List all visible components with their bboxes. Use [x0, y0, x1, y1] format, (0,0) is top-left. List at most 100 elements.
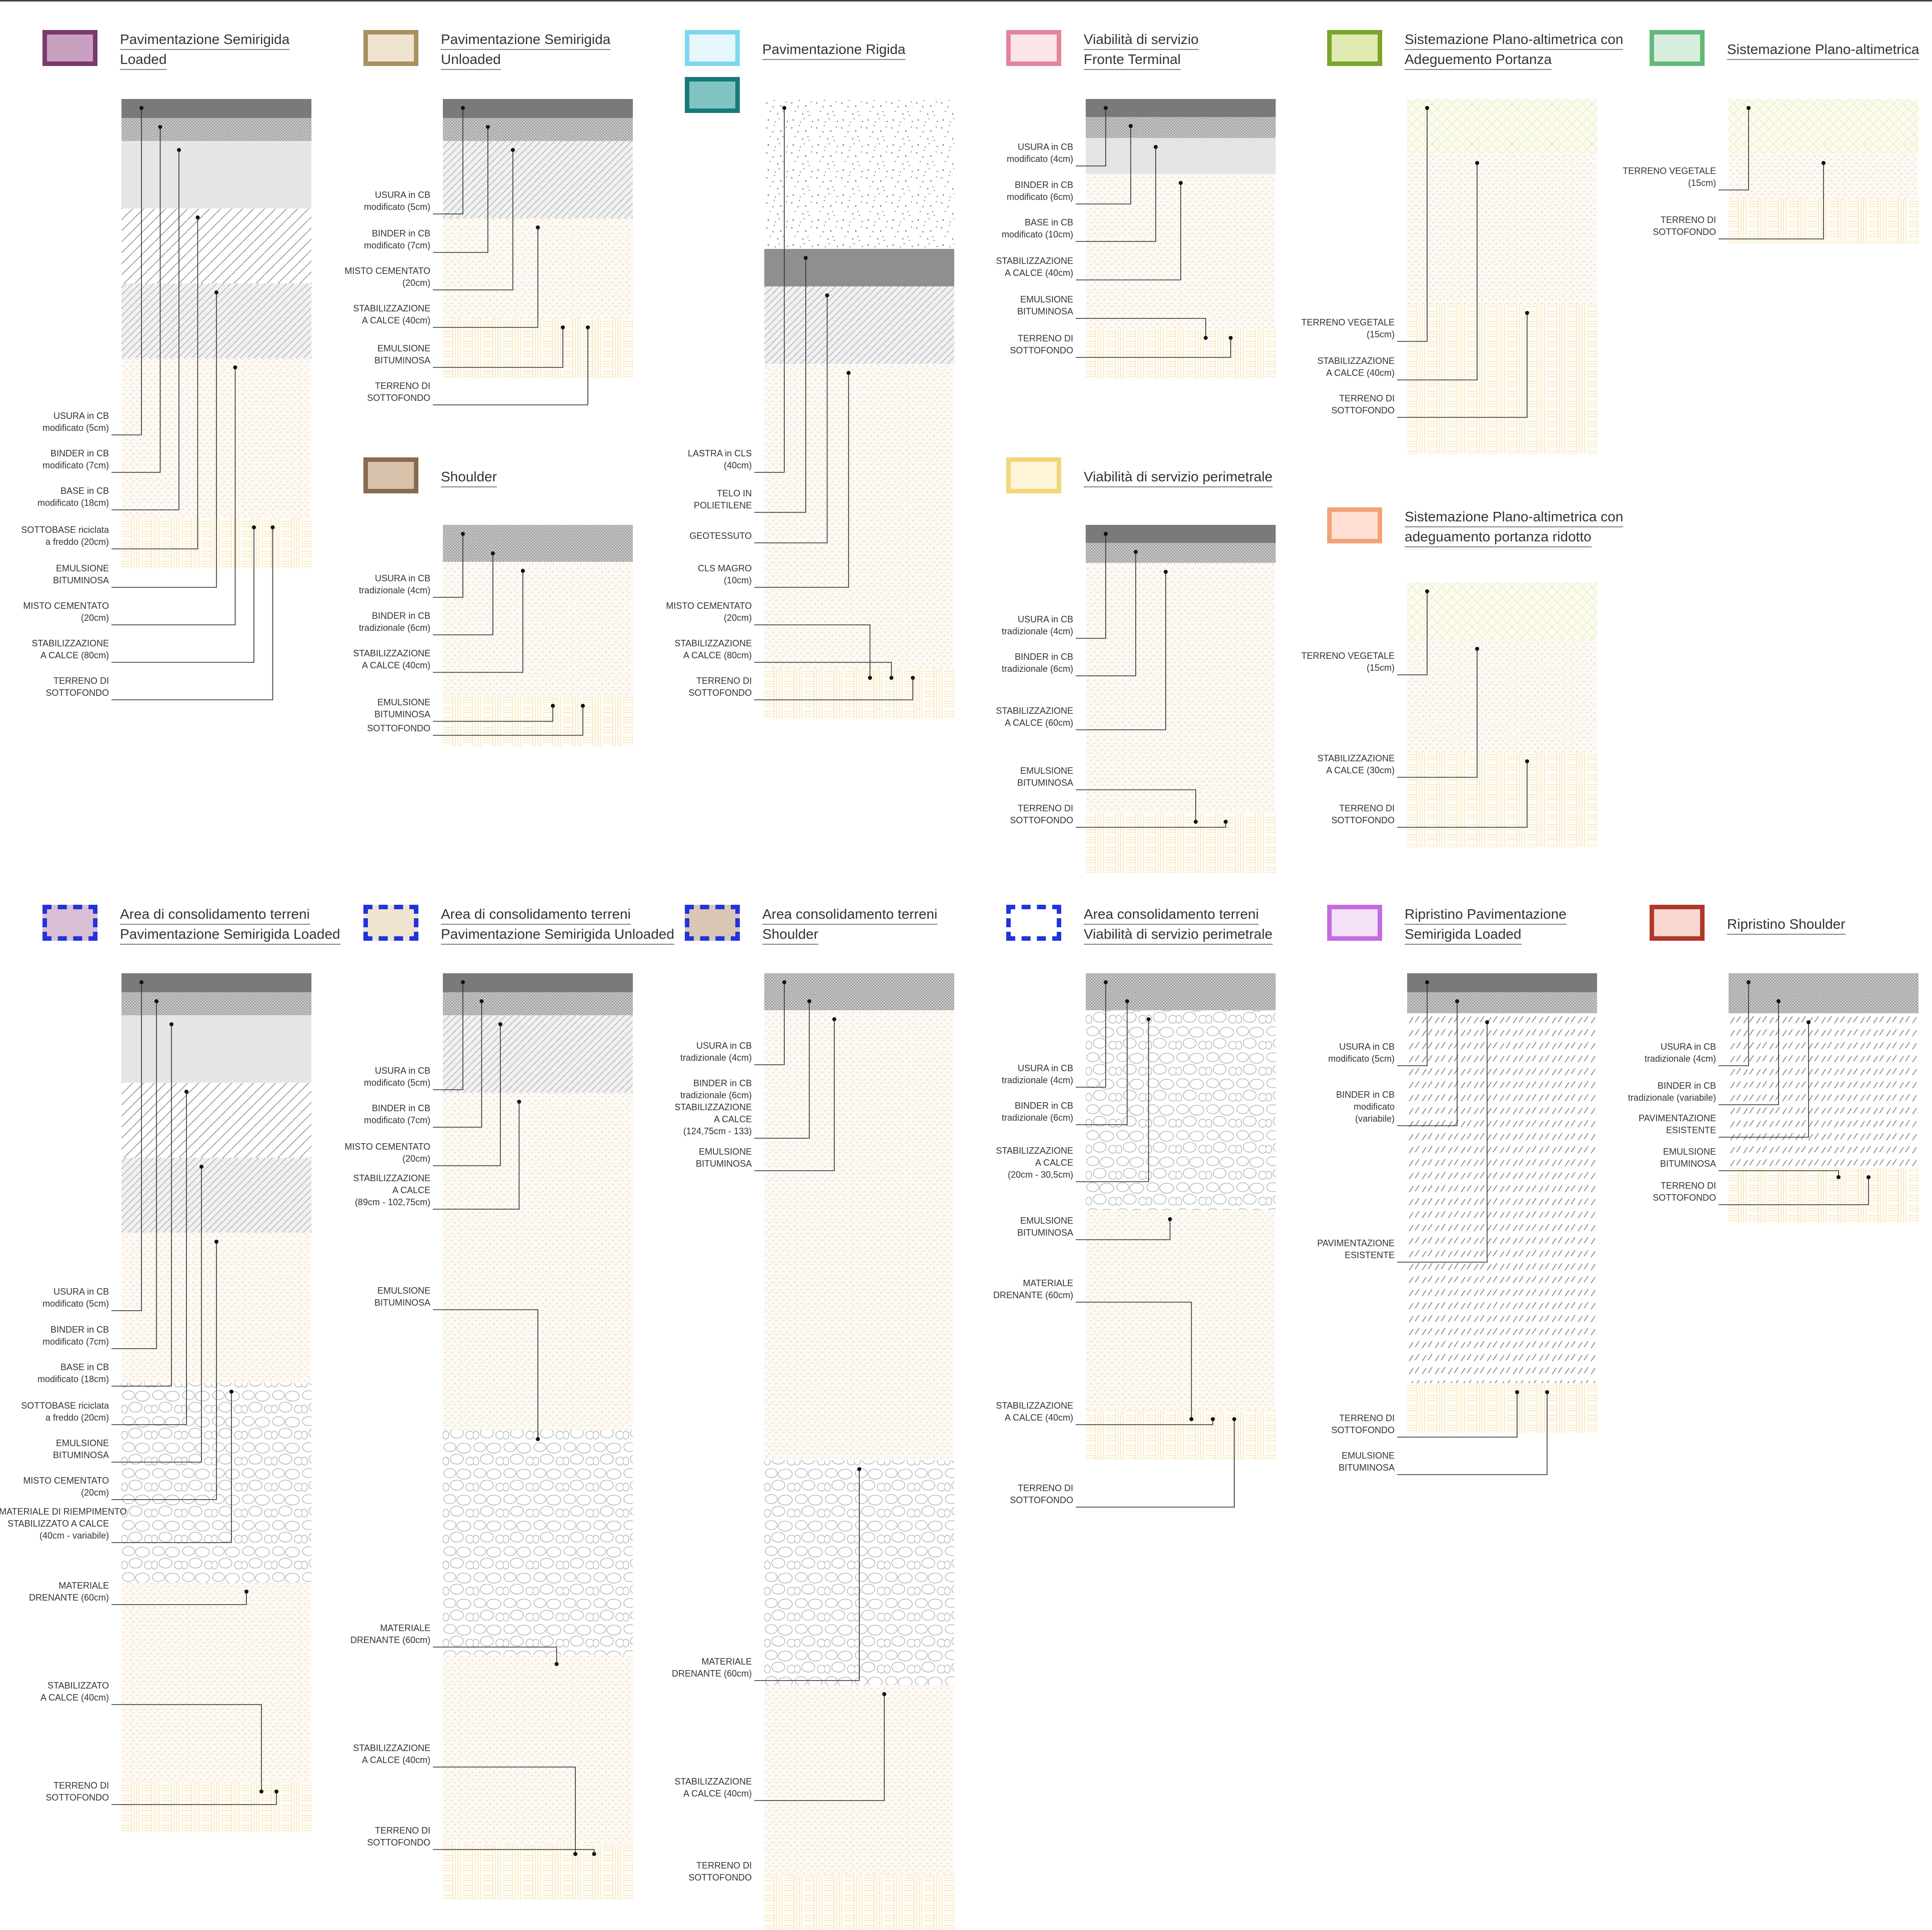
- layer-label-line: TERRENO VEGETALE: [1301, 651, 1395, 661]
- legend-swatch: [1327, 905, 1382, 941]
- layer-label-line: A CALCE (30cm): [1326, 765, 1395, 775]
- section-layer: [121, 99, 311, 118]
- layer-label-line: tradizionale (4cm): [1644, 1054, 1716, 1064]
- section-layer: [1086, 99, 1276, 117]
- layer-label: EMULSIONE BITUMINOSA: [0, 1437, 109, 1461]
- section-layer: [121, 1583, 311, 1783]
- layer-label-line: SOTTOFONDO: [1010, 1495, 1073, 1505]
- section-layer: [121, 1015, 311, 1083]
- layer-label-line: GEOTESSUTO: [689, 531, 752, 541]
- layer-label-line: EMULSIONE: [55, 1438, 109, 1448]
- layer-label-line: SOTTOFONDO: [367, 393, 430, 403]
- section-layer: [1086, 1010, 1276, 1210]
- layer-label: EMULSIONE BITUMINOSA: [1285, 1450, 1395, 1474]
- layer-label-line: TERRENO DI: [1017, 803, 1073, 813]
- layer-label: USURA in CB tradizionale (4cm): [320, 572, 430, 596]
- layer-label: BINDER in CB modificato (7cm): [0, 447, 109, 471]
- layer-label-line: TERRENO VEGETALE: [1623, 166, 1716, 176]
- section-layer: [1729, 973, 1919, 992]
- layer-label-line: SOTTOBASE riciclata: [21, 525, 109, 535]
- layer-label-line: TERRENO DI: [1017, 333, 1073, 343]
- layer-label-line: USURA in CB: [374, 1066, 430, 1076]
- section-layers: [443, 525, 633, 747]
- legend-swatch: [1650, 30, 1705, 66]
- layer-label-line: modificato (18cm): [37, 1374, 109, 1384]
- layer-label-line: MATERIALE: [1023, 1278, 1073, 1288]
- layer-label-line: A CALCE: [1035, 1158, 1073, 1168]
- section-layer: [121, 1158, 311, 1233]
- section-layers: [1407, 973, 1597, 1433]
- layer-label-line: STABILIZZAZIONE: [674, 638, 752, 648]
- layer-label-line: STABILIZZAZIONE: [353, 303, 430, 313]
- section-layer: [764, 1875, 954, 1930]
- section-layer: [443, 697, 633, 747]
- section-layers: [443, 99, 633, 378]
- layer-label-line: SOTTOFONDO: [1010, 815, 1073, 825]
- legend-title-line: Sistemazione Plano-altimetrica: [1727, 40, 1920, 60]
- section-layer: [443, 525, 633, 545]
- layer-label: MISTO CEMENTATO (20cm): [320, 265, 430, 289]
- section-layers: [121, 99, 311, 568]
- section-layers: [764, 99, 954, 719]
- layer-label-line: BITUMINOSA: [52, 575, 109, 585]
- layer-label-line: EMULSIONE: [1020, 1216, 1073, 1226]
- layer-label-line: TERRENO DI: [696, 676, 752, 686]
- layer-label: TERRENO DI SOTTOFONDO: [1606, 1180, 1716, 1204]
- layer-label: STABILIZZAZIONE A CALCE (80cm): [0, 637, 109, 661]
- layer-label-line: modificato (5cm): [363, 202, 430, 212]
- layer-label: BINDER in CB tradizionale (6cm): [320, 610, 430, 634]
- layer-label-line: EMULSIONE: [1663, 1147, 1716, 1157]
- layer-label-line: A CALCE: [392, 1185, 430, 1195]
- layer-label: EMULSIONE BITUMINOSA: [963, 765, 1073, 789]
- section-layer: [1086, 1210, 1276, 1410]
- layer-label-line: STABILIZZAZIONE: [31, 638, 109, 648]
- legend-title-line: Sistemazione Plano-altimetrica con: [1405, 507, 1624, 527]
- layer-label-line: tradizionale (6cm): [358, 623, 430, 633]
- section-layer: [1086, 1410, 1276, 1460]
- layer-label: TERRENO VEGETALE (15cm): [1606, 165, 1716, 189]
- layer-label-line: STABILIZZAZIONE: [996, 1401, 1073, 1411]
- layer-label-line: A CALCE (40cm): [1004, 268, 1073, 278]
- layer-label: EMULSIONE BITUMINOSA: [963, 293, 1073, 317]
- section-layer: [443, 318, 633, 378]
- layer-label-line: modificato (18cm): [37, 498, 109, 508]
- legend-swatch: [685, 30, 740, 66]
- section-layer: [121, 1083, 311, 1158]
- legend-swatch: [1006, 30, 1061, 66]
- layer-label-line: STABILIZZAZIONE: [1317, 753, 1395, 763]
- section-layer: [1086, 973, 1276, 992]
- layer-label-line: TELO IN: [716, 488, 752, 498]
- section-layer: [764, 992, 954, 1010]
- layer-label: STABILIZZAZIONE A CALCE (40cm): [320, 1742, 430, 1766]
- section-layers: [1086, 99, 1276, 379]
- layer-label: STABILIZZAZIONE A CALCE (80cm): [642, 637, 752, 661]
- layer-label-line: SOTTOFONDO: [1653, 1193, 1716, 1203]
- layer-label: BINDER in CB modificato (7cm): [0, 1324, 109, 1348]
- layer-label: TERRENO DI SOTTOFONDO: [963, 1482, 1073, 1506]
- legend-title-line: Viabilità di servizio perimetrale: [1084, 467, 1273, 487]
- layer-label-line: EMULSIONE: [1341, 1451, 1395, 1461]
- layer-label-line: EMULSIONE: [377, 1286, 430, 1296]
- legend-swatch: [363, 30, 418, 66]
- layer-label-line: USURA in CB: [1339, 1042, 1395, 1052]
- layer-label-line: BASE in CB: [60, 486, 109, 496]
- layer-label-line: (15cm): [1688, 178, 1716, 188]
- layer-label-line: DRENANTE (60cm): [350, 1635, 430, 1645]
- section-layer: [443, 218, 633, 318]
- layer-label-line: tradizionale (4cm): [680, 1053, 752, 1063]
- section-layer: [764, 1685, 954, 1875]
- layer-label: USURA in CB modificato (4cm): [963, 141, 1073, 165]
- layer-label-line: A CALCE (60cm): [1004, 718, 1073, 728]
- section-layer: [443, 118, 633, 141]
- legend-title: Shoulder: [441, 467, 497, 487]
- section-layer: [1407, 1013, 1597, 1383]
- layer-label-line: A CALCE (40cm): [361, 315, 430, 325]
- layer-label: TERRENO DI SOTTOFONDO: [1606, 214, 1716, 238]
- layer-label-line: MISTO CEMENTATO: [23, 601, 109, 611]
- layer-label-line: modificato (5cm): [42, 1299, 109, 1309]
- legend-title: Viabilità di servizio perimetrale: [1084, 467, 1273, 487]
- layer-label-line: SOTTOFONDO: [367, 723, 430, 733]
- section-layers: [1729, 99, 1919, 244]
- legend-title-line: Sistemazione Plano-altimetrica con: [1405, 30, 1624, 50]
- layer-label-line: BITUMINOSA: [1017, 778, 1073, 788]
